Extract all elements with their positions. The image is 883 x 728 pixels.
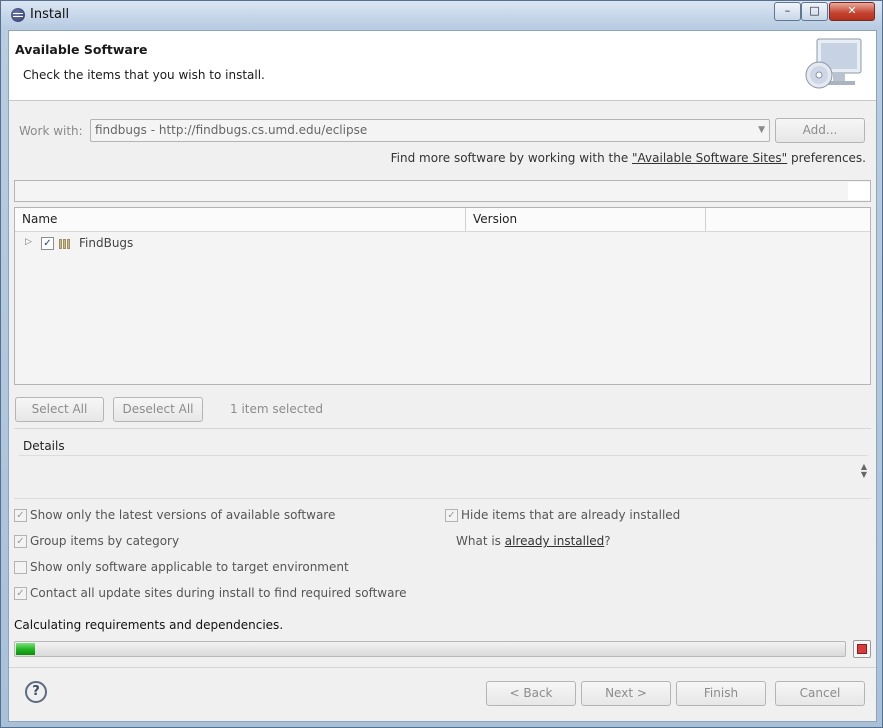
stop-button[interactable]: [853, 640, 871, 658]
add-site-button[interactable]: Add...: [775, 118, 865, 143]
stop-icon: [857, 644, 867, 654]
tree-row-label: FindBugs: [79, 236, 134, 250]
target-environment-checkbox[interactable]: [14, 561, 27, 574]
status-text: Calculating requirements and dependencie…: [14, 618, 284, 632]
window-title: Install: [30, 7, 70, 22]
column-header-empty: [706, 208, 870, 232]
maximize-button[interactable]: □: [801, 2, 828, 21]
page-description: Check the items that you wish to install…: [23, 68, 265, 82]
minimize-button[interactable]: –: [774, 2, 801, 21]
category-icon: [59, 238, 73, 249]
column-header-name[interactable]: Name: [15, 208, 466, 232]
finish-button[interactable]: Finish: [676, 681, 766, 706]
software-tree[interactable]: Name Version ▷ ✓ FindBugs: [14, 207, 871, 385]
cancel-button[interactable]: Cancel: [775, 681, 865, 706]
progress-bar: [14, 641, 846, 657]
title-bar[interactable]: Install – □ ✕: [1, 1, 882, 29]
group-by-category-checkbox[interactable]: ✓: [14, 535, 27, 548]
chevron-down-icon[interactable]: ▼: [758, 125, 765, 135]
work-with-combo[interactable]: findbugs - http://findbugs.cs.umd.edu/ec…: [90, 119, 770, 142]
progress-fill: [16, 643, 35, 655]
contact-all-sites-checkbox[interactable]: ✓: [14, 587, 27, 600]
wizard-header: Available Software Check the items that …: [9, 31, 876, 101]
details-label: Details: [23, 439, 65, 453]
select-all-button[interactable]: Select All: [15, 397, 104, 422]
eclipse-icon: [11, 8, 25, 22]
tree-row[interactable]: ▷ ✓ FindBugs: [15, 235, 870, 253]
what-is-installed-text: What is already installed?: [456, 534, 611, 548]
latest-versions-checkbox[interactable]: ✓: [14, 509, 27, 522]
page-title: Available Software: [15, 42, 148, 57]
already-installed-link[interactable]: already installed: [505, 534, 605, 548]
deselect-all-button[interactable]: Deselect All: [113, 397, 203, 422]
hide-installed-checkbox[interactable]: ✓: [445, 509, 458, 522]
close-button[interactable]: ✕: [829, 2, 875, 21]
back-button[interactable]: < Back: [486, 681, 576, 706]
details-panel: Details ▲ ▼: [14, 433, 871, 499]
expand-arrow-icon[interactable]: ▷: [25, 237, 32, 247]
install-window: Install – □ ✕ Available Software Check t…: [0, 0, 883, 728]
details-scroll-icon[interactable]: ▲ ▼: [861, 463, 867, 479]
help-icon[interactable]: ?: [25, 681, 47, 703]
available-sites-link[interactable]: "Available Software Sites": [632, 151, 787, 165]
work-with-value: findbugs - http://findbugs.cs.umd.edu/ec…: [95, 123, 368, 137]
selection-count: 1 item selected: [230, 402, 324, 416]
wizard-content: Available Software Check the items that …: [8, 30, 877, 722]
work-with-label: Work with:: [19, 124, 83, 138]
find-more-text: Find more software by working with the "…: [390, 151, 866, 165]
column-header-version[interactable]: Version: [466, 208, 706, 232]
next-button[interactable]: Next >: [581, 681, 671, 706]
filter-input[interactable]: [14, 180, 871, 202]
install-software-icon: [805, 38, 862, 89]
findbugs-checkbox[interactable]: ✓: [41, 237, 54, 250]
